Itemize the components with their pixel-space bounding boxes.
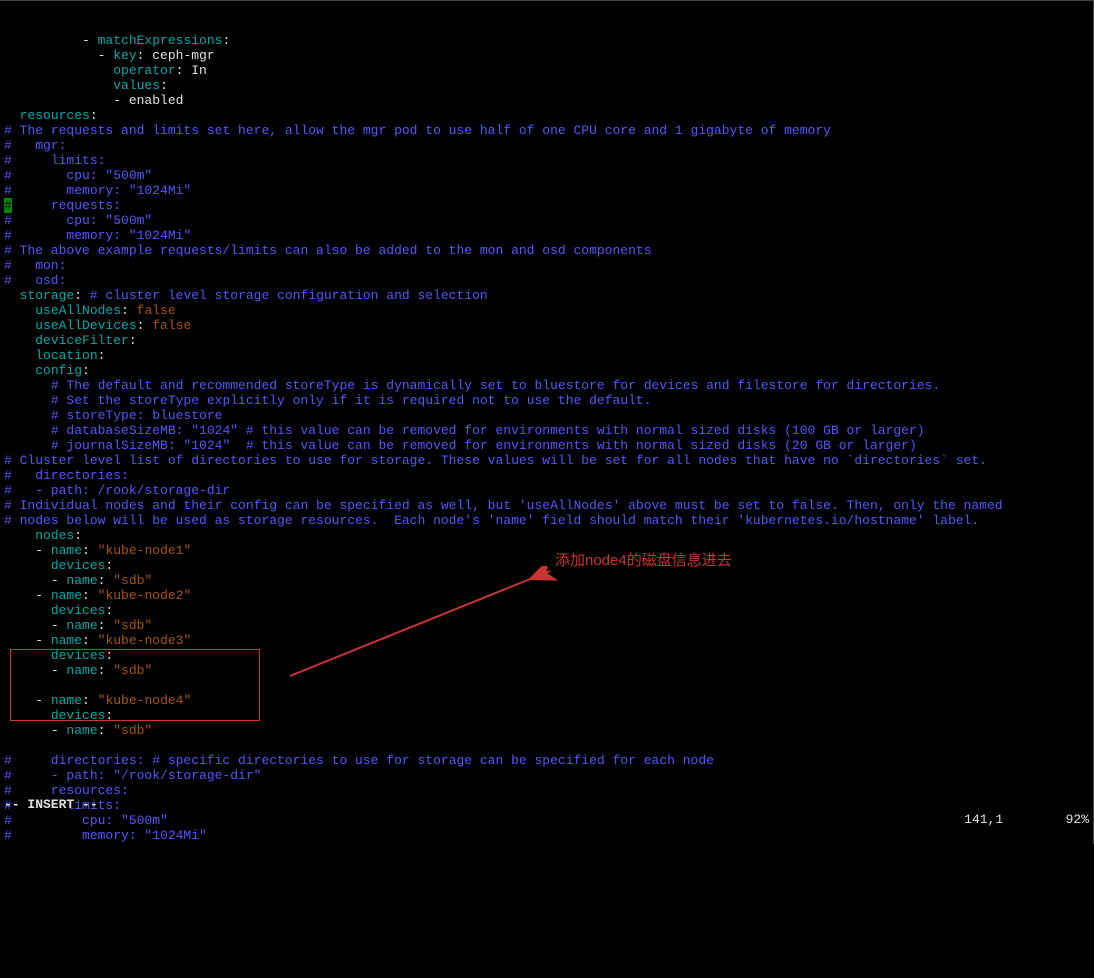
code-line: - name: "sdb" [4, 723, 1093, 738]
code-line: resources: [4, 108, 1093, 123]
code-line: values: [4, 78, 1093, 93]
code-line: # Cluster level list of directories to u… [4, 453, 1093, 468]
vim-mode: -- INSERT -- [4, 797, 98, 842]
code-line [4, 678, 1093, 693]
code-line: - name: "kube-node3" [4, 633, 1093, 648]
code-line: - name: "kube-node4" [4, 693, 1093, 708]
code-line: - enabled [4, 93, 1093, 108]
code-line: # resources: [4, 783, 1093, 798]
code-line: devices: [4, 558, 1093, 573]
code-line: # limits: [4, 153, 1093, 168]
code-line: devices: [4, 648, 1093, 663]
code-line: - name: "kube-node2" [4, 588, 1093, 603]
code-line [4, 738, 1093, 753]
vim-editor[interactable]: - matchExpressions: - key: ceph-mgr oper… [0, 0, 1094, 844]
code-line: # The requests and limits set here, allo… [4, 123, 1093, 138]
code-line: # cpu: "500m" [4, 168, 1093, 183]
code-line: devices: [4, 708, 1093, 723]
code-line: useAllDevices: false [4, 318, 1093, 333]
code-line: # memory: "1024Mi" [4, 183, 1093, 198]
vim-status-right: 141,1 92% [917, 797, 1089, 842]
code-line: # mon: [4, 258, 1093, 273]
code-line: - name: "sdb" [4, 663, 1093, 678]
code-line: # mgr: [4, 138, 1093, 153]
vim-status-bar: -- INSERT -- 141,1 92% [4, 797, 1089, 842]
code-line: # Set the storeType explicitly only if i… [4, 393, 1093, 408]
code-lines[interactable]: - matchExpressions: - key: ceph-mgr oper… [4, 33, 1093, 843]
vim-cursor-pos: 141,1 [964, 812, 1003, 827]
code-line: # journalSizeMB: "1024" # this value can… [4, 438, 1093, 453]
code-line: - name: "sdb" [4, 573, 1093, 588]
code-line: # requests: [4, 198, 1093, 213]
code-line: # directories: # specific directories to… [4, 753, 1093, 768]
code-line: nodes: [4, 528, 1093, 543]
code-line: # memory: "1024Mi" [4, 228, 1093, 243]
code-line: - matchExpressions: [4, 33, 1093, 48]
code-line: deviceFilter: [4, 333, 1093, 348]
code-line: storage: # cluster level storage configu… [4, 288, 1093, 303]
code-line: - key: ceph-mgr [4, 48, 1093, 63]
vim-scroll-pct: 92% [1066, 812, 1089, 827]
code-line: - name: "kube-node1" [4, 543, 1093, 558]
code-line: useAllNodes: false [4, 303, 1093, 318]
code-line: operator: In [4, 63, 1093, 78]
code-line: location: [4, 348, 1093, 363]
code-line: config: [4, 363, 1093, 378]
code-line: # directories: [4, 468, 1093, 483]
code-line: - name: "sdb" [4, 618, 1093, 633]
code-line: # - path: /rook/storage-dir [4, 483, 1093, 498]
code-line: # databaseSizeMB: "1024" # this value ca… [4, 423, 1093, 438]
code-line: # osd: [4, 273, 1093, 288]
code-line: # storeType: bluestore [4, 408, 1093, 423]
code-line: # nodes below will be used as storage re… [4, 513, 1093, 528]
code-line: # The above example requests/limits can … [4, 243, 1093, 258]
code-line: # cpu: "500m" [4, 213, 1093, 228]
code-line: # The default and recommended storeType … [4, 378, 1093, 393]
code-line: # Individual nodes and their config can … [4, 498, 1093, 513]
code-line: # - path: "/rook/storage-dir" [4, 768, 1093, 783]
code-line: devices: [4, 603, 1093, 618]
